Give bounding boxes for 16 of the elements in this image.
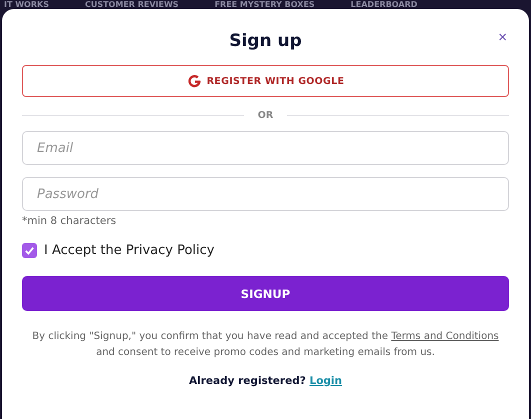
signup-button[interactable]: SIGNUP [22,276,509,311]
privacy-label: I Accept the Privacy Policy [44,243,214,258]
password-field[interactable]: Password [22,177,509,211]
or-divider-text: OR [258,110,274,121]
password-hint: *min 8 characters [22,215,118,227]
email-field[interactable]: Email [22,131,509,165]
close-button[interactable]: × [498,29,507,46]
login-prompt: Already registered? Login [188,375,343,387]
dialog-title: Sign up [229,31,302,51]
privacy-checkbox[interactable] [22,243,37,258]
google-register-button[interactable]: REGISTER WITH GOOGLE [22,65,509,97]
checkmark-icon [24,245,35,256]
disclaimer-text: By clicking "Signup," you confirm that you have read and accepted the Terms and Conditions and consent to receive promo codes and marketing emails from us. [31,330,500,360]
terms-link[interactable]: Terms and Conditions [391,331,499,342]
g-logo-icon [186,74,202,88]
login-link[interactable]: Login [310,375,342,387]
